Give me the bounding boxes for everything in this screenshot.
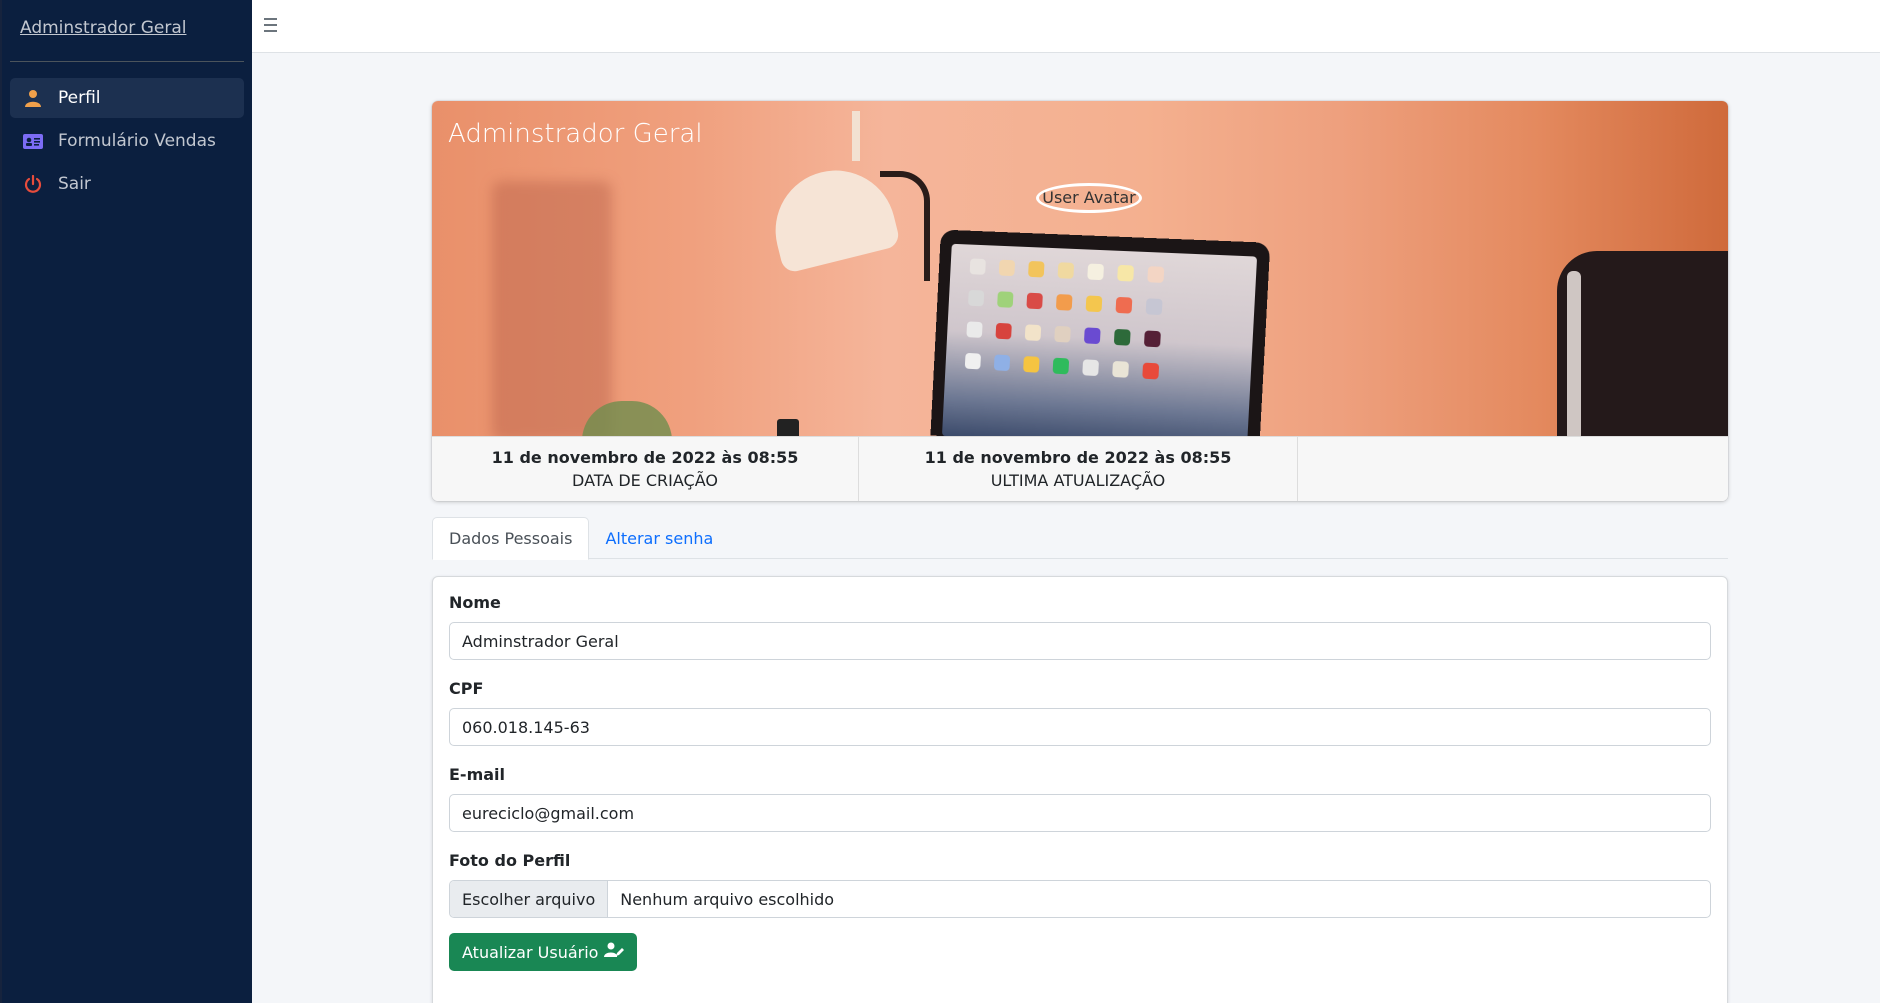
sidebar-item-label: Sair <box>58 174 91 194</box>
tab-alterar-senha[interactable]: Alterar senha <box>589 517 729 559</box>
nome-label: Nome <box>449 593 501 612</box>
sidebar-item-label: Formulário Vendas <box>58 131 216 151</box>
email-input[interactable] <box>449 794 1711 832</box>
file-status: Nenhum arquivo escolhido <box>620 889 835 909</box>
sidebar-item-perfil[interactable]: Perfil <box>10 78 244 118</box>
power-icon <box>22 174 44 194</box>
stat-value: 11 de novembro de 2022 às 08:55 <box>491 448 799 467</box>
menu-toggle-icon[interactable] <box>258 14 282 36</box>
stat-created: 11 de novembro de 2022 às 08:55 DATA DE … <box>432 437 859 501</box>
update-user-button[interactable]: Atualizar Usuário <box>449 933 638 971</box>
profile-stats: 11 de novembro de 2022 às 08:55 DATA DE … <box>432 436 1728 501</box>
field-foto: Foto do Perfil Escolher arquivo Nenhum a… <box>449 851 1711 918</box>
user-edit-icon <box>604 942 625 962</box>
cpf-input[interactable] <box>449 708 1711 746</box>
brand-link[interactable]: Adminstrador Geral <box>10 0 244 62</box>
file-input[interactable]: Escolher arquivo Nenhum arquivo escolhid… <box>449 880 1711 918</box>
stat-empty <box>1298 437 1728 501</box>
email-label: E-mail <box>449 765 506 784</box>
cpf-label: CPF <box>449 679 484 698</box>
profile-tabs: Dados Pessoais Alterar senha <box>432 517 1728 560</box>
profile-name: Adminstrador Geral <box>448 119 703 149</box>
stat-updated: 11 de novembro de 2022 às 08:55 ULTIMA A… <box>859 437 1298 501</box>
nome-input[interactable] <box>449 622 1711 660</box>
top-navbar <box>252 0 1880 53</box>
field-cpf: CPF <box>449 679 1711 746</box>
stat-label: ULTIMA ATUALIZAÇÃO <box>990 471 1166 490</box>
profile-card: Adminstrador Geral User Avatar 11 de nov… <box>432 101 1728 501</box>
stat-label: DATA DE CRIAÇÃO <box>572 471 718 490</box>
profile-cover-image: Adminstrador Geral User Avatar <box>432 101 1728 436</box>
id-card-icon <box>22 131 44 151</box>
tab-dados-pessoais[interactable]: Dados Pessoais <box>432 517 590 560</box>
sidebar-item-formulario-vendas[interactable]: Formulário Vendas <box>10 121 244 161</box>
update-user-label: Atualizar Usuário <box>462 942 599 962</box>
stat-value: 11 de novembro de 2022 às 08:55 <box>924 448 1232 467</box>
sidebar: Adminstrador Geral Perfil Formulário Ven… <box>0 0 252 1003</box>
personal-data-form: Nome CPF E-mail Foto do Perfil Escolher … <box>432 576 1728 1003</box>
sidebar-item-sair[interactable]: Sair <box>10 164 244 204</box>
field-email: E-mail <box>449 765 1711 832</box>
choose-file-button[interactable]: Escolher arquivo <box>450 881 609 917</box>
foto-label: Foto do Perfil <box>449 851 571 870</box>
sidebar-item-label: Perfil <box>58 88 101 108</box>
field-nome: Nome <box>449 593 1711 660</box>
user-icon <box>22 88 44 108</box>
sidebar-nav: Perfil Formulário Vendas Sair <box>2 62 252 204</box>
user-avatar: User Avatar <box>1036 183 1142 213</box>
